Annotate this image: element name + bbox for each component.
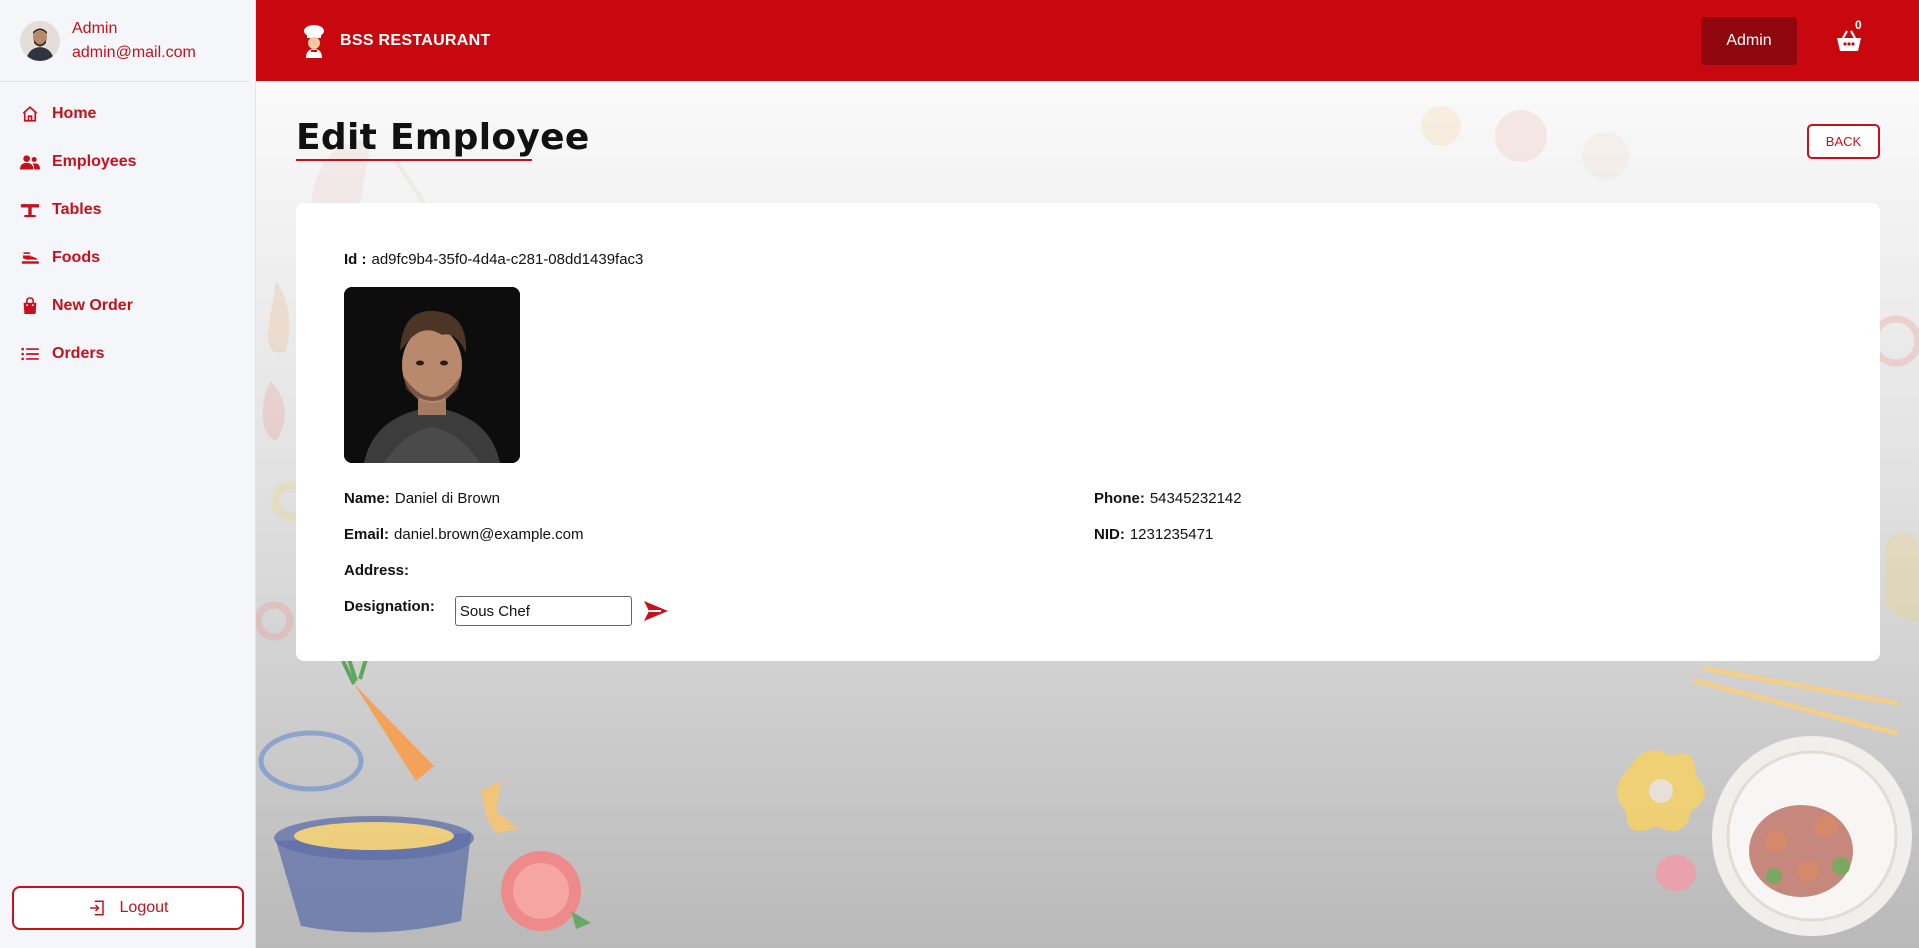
cart-button[interactable] [1836,24,1872,56]
title-underline [296,159,532,161]
users-icon [20,152,40,172]
designation-label: Designation: [344,598,435,615]
employee-photo [344,287,520,463]
user-name: Admin [72,19,118,37]
brand[interactable]: BSS RESTAURANT [300,24,491,58]
sidebar-item-label: Orders [52,345,105,362]
page-title: Edit Employee [296,117,590,158]
phone-value: 54345232142 [1149,490,1242,507]
avatar [20,20,60,61]
shopping-bag-icon [20,296,40,316]
cart-count-badge: 0 [1855,18,1862,32]
logout-button[interactable]: Logout [12,886,244,930]
sidebar-item-label: Employees [52,153,137,170]
sidebar-item-employees[interactable]: Employees [0,138,255,186]
sidebar-nav: Home Employees Tables Foods New Order Or… [0,82,255,378]
logout-label: Logout [119,899,169,916]
sidebar-item-label: Home [52,105,97,122]
designation-row: Designation: [344,583,670,626]
designation-input[interactable] [454,596,632,626]
food-icon [20,248,40,268]
table-icon [20,200,40,220]
user-email: admin@mail.com [72,43,196,61]
sidebar-item-label: New Order [52,297,133,314]
name-label: Name: [344,490,390,507]
sidebar-item-orders[interactable]: Orders [0,330,255,378]
sidebar-item-label: Foods [52,249,100,266]
list-icon [20,344,40,364]
logout-icon [88,899,106,917]
back-button[interactable]: BACK [1807,124,1880,159]
submit-designation-button[interactable] [642,597,670,625]
id-value: ad9fc9b4-35f0-4d4a-c281-08dd1439fac3 [371,251,644,268]
nid-label: NID: [1094,526,1125,543]
name-value: Daniel di Brown [394,490,500,507]
brand-name: BSS RESTAURANT [340,31,491,49]
main-content: Edit Employee BACK Id : ad9fc9b4-35f0-4d… [256,81,1919,948]
name-row: Name: Daniel di Brown [344,490,500,507]
user-profile: Admin admin@mail.com [0,0,249,82]
nid-row: NID: 1231235471 [1094,526,1213,543]
address-row: Address: [344,562,414,579]
phone-label: Phone: [1094,490,1145,507]
employee-id-row: Id : ad9fc9b4-35f0-4d4a-c281-08dd1439fac… [344,251,643,268]
sidebar-item-label: Tables [52,201,102,218]
chef-logo-icon [304,24,324,58]
email-row: Email: daniel.brown@example.com [344,526,584,543]
phone-row: Phone: 54345232142 [1094,490,1242,507]
email-value: daniel.brown@example.com [394,526,584,543]
sidebar-item-tables[interactable]: Tables [0,186,255,234]
admin-button[interactable]: Admin [1701,17,1797,65]
sidebar-item-foods[interactable]: Foods [0,234,255,282]
employee-details-card: Id : ad9fc9b4-35f0-4d4a-c281-08dd1439fac… [296,203,1880,661]
sidebar-item-new-order[interactable]: New Order [0,282,255,330]
sidebar: Admin admin@mail.com Home Employees Tabl… [0,0,256,948]
sidebar-item-home[interactable]: Home [0,90,255,138]
email-label: Email: [344,526,390,543]
shopping-basket-icon [1837,30,1861,51]
id-label: Id : [344,251,367,268]
nid-value: 1231235471 [1129,526,1214,543]
home-icon [20,104,40,124]
send-icon [643,601,668,621]
top-header: BSS RESTAURANT Admin 0 [256,0,1919,81]
address-label: Address: [344,562,410,579]
